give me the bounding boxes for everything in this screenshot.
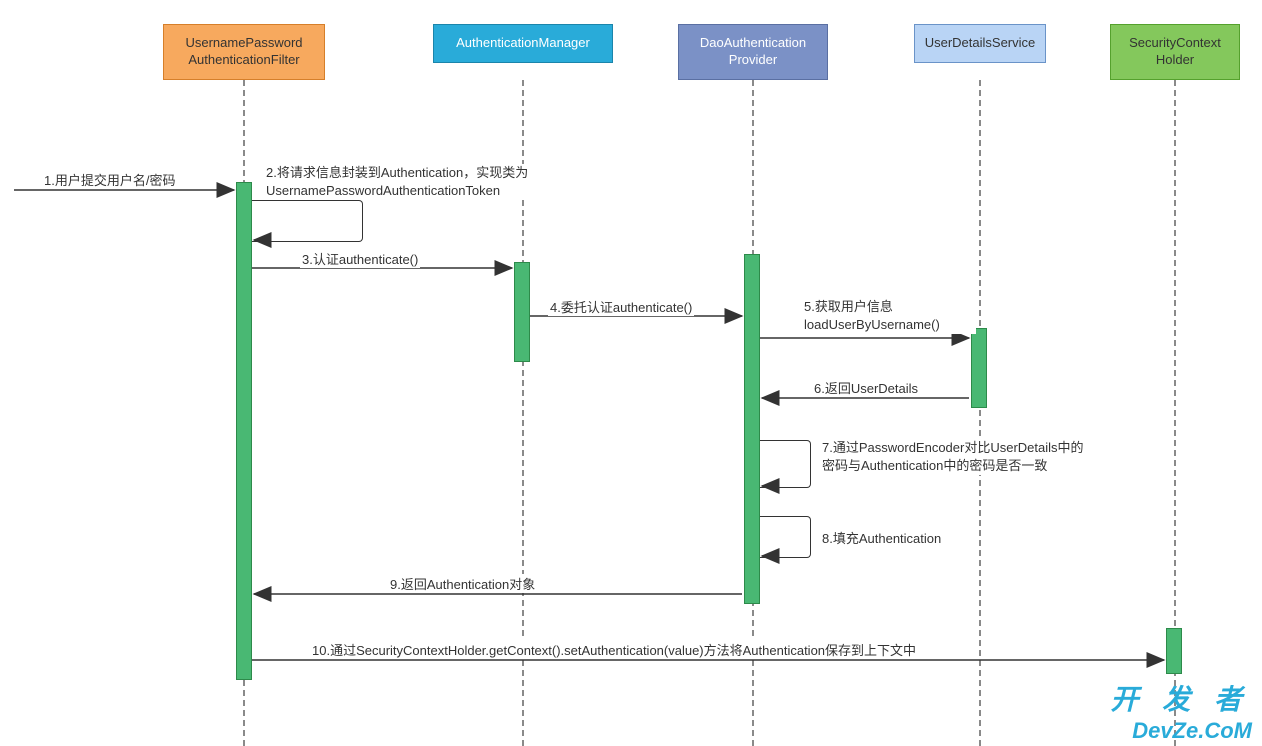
msg-1: 1.用户提交用户名/密码 bbox=[42, 170, 177, 189]
msg-4: 4.委托认证authenticate() bbox=[548, 297, 694, 316]
msg-7-line1: 7.通过PasswordEncoder对比UserDetails中的 bbox=[822, 439, 1152, 457]
msg-3: 3.认证authenticate() bbox=[300, 249, 420, 268]
msg-5: 5.获取用户信息 loadUserByUsername() bbox=[802, 298, 976, 334]
msg-8: 8.填充Authentication bbox=[820, 528, 943, 547]
msg-10: 10.通过SecurityContextHolder.getContext().… bbox=[310, 640, 918, 659]
selfcall-2-box bbox=[252, 200, 363, 242]
msg-6: 6.返回UserDetails bbox=[812, 378, 920, 397]
msg-2-line1: 2.将请求信息封装到Authentication，实现类为 bbox=[266, 164, 616, 182]
msg-5-line2: loadUserByUsername() bbox=[804, 316, 974, 334]
arrows-layer bbox=[0, 0, 1262, 746]
watermark-en: DevZe.CoM bbox=[1132, 718, 1252, 744]
msg-7-line2: 密码与Authentication中的密码是否一致 bbox=[822, 457, 1152, 475]
msg-2-line2: UsernamePasswordAuthenticationToken bbox=[266, 182, 616, 200]
msg-9: 9.返回Authentication对象 bbox=[388, 574, 537, 593]
selfcall-7-box bbox=[760, 440, 811, 488]
msg-2: 2.将请求信息封装到Authentication，实现类为 UsernamePa… bbox=[264, 164, 618, 200]
selfcall-8-box bbox=[760, 516, 811, 558]
msg-7: 7.通过PasswordEncoder对比UserDetails中的 密码与Au… bbox=[820, 439, 1154, 475]
watermark-cn: 开 发 者 bbox=[1110, 678, 1250, 718]
msg-5-line1: 5.获取用户信息 bbox=[804, 298, 974, 316]
